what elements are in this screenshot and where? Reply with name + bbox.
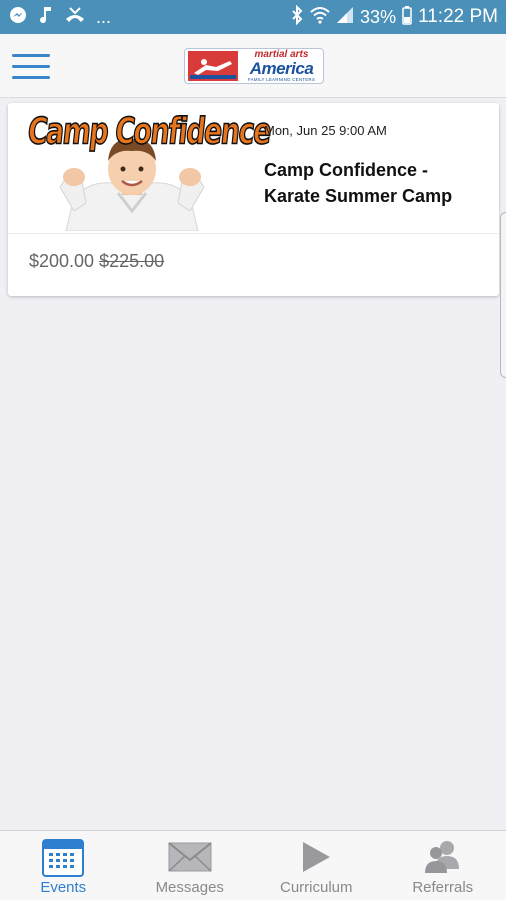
tab-messages-label: Messages (155, 879, 224, 896)
bluetooth-icon (290, 4, 304, 30)
event-price: $200.00 $225.00 (29, 251, 164, 272)
event-image: Camp Confidence (25, 110, 273, 231)
side-drawer-handle[interactable] (500, 212, 506, 378)
bottom-tab-bar: Events Messages Curriculum Referrals (0, 830, 506, 900)
logo-emblem (188, 51, 238, 81)
tab-referrals[interactable]: Referrals (380, 831, 506, 900)
tab-events[interactable]: Events (0, 831, 127, 900)
app-header: martial arts America FAMILY LEARNING CEN… (0, 34, 506, 98)
hamburger-menu-icon[interactable] (12, 52, 50, 80)
messenger-icon (8, 5, 28, 30)
people-icon (421, 838, 465, 876)
brand-logo: martial arts America FAMILY LEARNING CEN… (184, 48, 324, 84)
event-title[interactable]: Camp Confidence - Karate Summer Camp (264, 157, 486, 209)
tab-curriculum[interactable]: Curriculum (253, 831, 380, 900)
clock: 11:22 PM (418, 6, 498, 27)
music-note-icon (38, 5, 54, 30)
tab-messages[interactable]: Messages (127, 831, 254, 900)
missed-call-icon (64, 5, 86, 30)
calendar-icon (41, 838, 85, 877)
play-icon (294, 838, 338, 876)
event-date: Mon, Jun 25 9:00 AM (264, 123, 387, 138)
signal-icon (336, 6, 354, 29)
tab-curriculum-label: Curriculum (279, 879, 353, 896)
battery-percent: 33% (360, 6, 397, 27)
status-bar: ... 33% 11:22 PM (0, 0, 506, 34)
logo-line-3: FAMILY LEARNING CENTERS (247, 76, 316, 82)
event-card[interactable]: Camp Confidence Mon, Jun 25 9:00 AM Camp… (8, 103, 499, 296)
original-price: $225.00 (99, 251, 165, 271)
tab-referrals-label: Referrals (412, 879, 474, 896)
sale-price: $200.00 (29, 251, 95, 271)
envelope-icon (168, 838, 212, 876)
battery-icon (402, 5, 412, 30)
wifi-icon (310, 6, 330, 29)
logo-line-2: America (249, 58, 314, 78)
tab-events-label: Events (40, 879, 87, 896)
status-overflow: ... (96, 6, 112, 27)
event-image-text: Camp Confidence (25, 110, 273, 153)
